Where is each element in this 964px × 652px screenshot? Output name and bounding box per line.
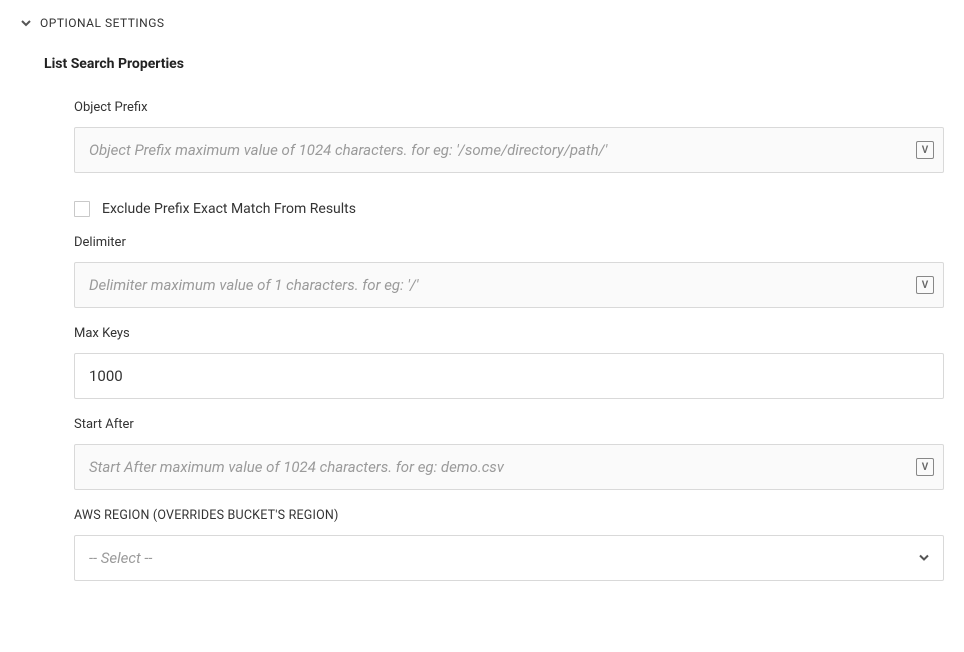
delimiter-label: Delimiter: [74, 235, 944, 250]
variable-icon[interactable]: V: [916, 141, 934, 159]
start-after-label: Start After: [74, 417, 944, 432]
chevron-down-icon: [20, 17, 32, 29]
aws-region-select[interactable]: -- Select --: [74, 535, 944, 581]
variable-icon[interactable]: V: [916, 276, 934, 294]
section-header[interactable]: OPTIONAL SETTINGS: [0, 0, 964, 38]
aws-region-label: AWS REGION (OVERRIDES BUCKET'S REGION): [74, 508, 944, 523]
delimiter-input[interactable]: [74, 262, 944, 308]
subsection-title: List Search Properties: [0, 38, 964, 82]
max-keys-label: Max Keys: [74, 326, 944, 341]
field-delimiter: Delimiter V: [74, 235, 944, 308]
aws-region-select-wrap: -- Select --: [74, 535, 944, 581]
object-prefix-input[interactable]: [74, 127, 944, 173]
object-prefix-label: Object Prefix: [74, 100, 944, 115]
object-prefix-input-wrap: V: [74, 127, 944, 173]
delimiter-input-wrap: V: [74, 262, 944, 308]
field-aws-region: AWS REGION (OVERRIDES BUCKET'S REGION) -…: [74, 508, 944, 581]
field-object-prefix: Object Prefix V: [74, 100, 944, 173]
start-after-input[interactable]: [74, 444, 944, 490]
variable-icon[interactable]: V: [916, 458, 934, 476]
exclude-prefix-checkbox[interactable]: [74, 201, 90, 217]
exclude-prefix-row: Exclude Prefix Exact Match From Results: [74, 201, 944, 217]
max-keys-input-wrap: [74, 353, 944, 399]
field-max-keys: Max Keys: [74, 326, 944, 399]
field-start-after: Start After V: [74, 417, 944, 490]
start-after-input-wrap: V: [74, 444, 944, 490]
exclude-prefix-label: Exclude Prefix Exact Match From Results: [102, 201, 356, 217]
section-title: OPTIONAL SETTINGS: [40, 16, 165, 30]
max-keys-input[interactable]: [74, 353, 944, 399]
form-area: Object Prefix V Exclude Prefix Exact Mat…: [0, 100, 964, 581]
